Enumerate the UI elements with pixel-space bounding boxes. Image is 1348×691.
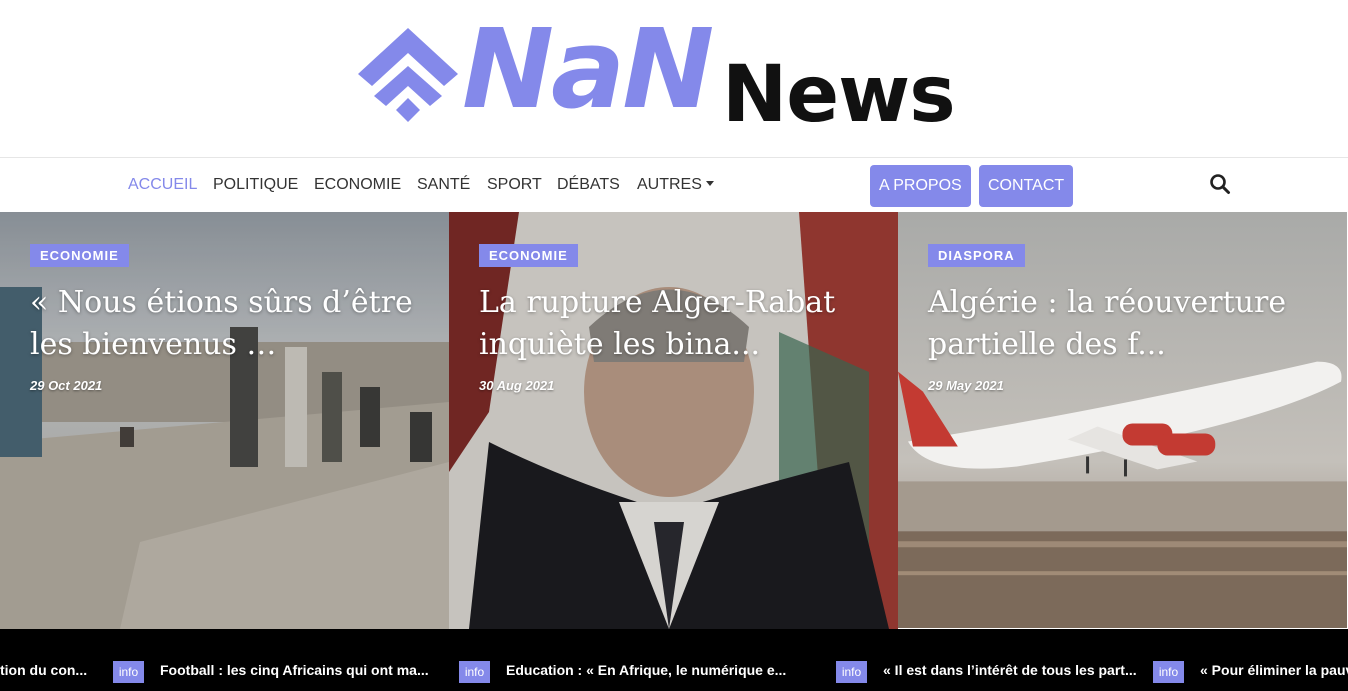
category-tag[interactable]: ECONOMIE [479,244,578,267]
ticker-badge: info [836,661,867,683]
logo-mark-icon [358,28,458,122]
ticker-item[interactable]: Football : les cinq Africains qui ont ma… [160,662,429,678]
featured-articles: ECONOMIE « Nous étions sûrs d’être les b… [0,212,1348,629]
nav-item-debats[interactable]: DÉBATS [557,176,620,194]
ticker-item[interactable]: Education : « En Afrique, le numérique e… [506,662,786,678]
ticker-item[interactable]: « Pour éliminer la pauv [1200,662,1348,678]
a-propos-button[interactable]: A PROPOS [870,165,971,207]
category-tag[interactable]: DIASPORA [928,244,1025,267]
category-tag[interactable]: ECONOMIE [30,244,129,267]
article-date: 29 Oct 2021 [30,378,103,393]
featured-card[interactable]: DIASPORA Algérie : la réouverture partie… [898,212,1347,629]
featured-card[interactable]: ECONOMIE La rupture Alger-Rabat inquiète… [449,212,898,629]
site-header: NaN News [0,0,1348,157]
featured-card[interactable]: ECONOMIE « Nous étions sûrs d’être les b… [0,212,449,629]
news-ticker: tion du con... info Football : les cinq … [0,629,1348,691]
article-date: 29 May 2021 [928,378,1004,393]
card-image [449,212,898,629]
ticker-badge: info [459,661,490,683]
nav-item-sante[interactable]: SANTÉ [417,176,470,194]
nav-item-autres-label: AUTRES [637,176,702,193]
article-date: 30 Aug 2021 [479,378,555,393]
article-title[interactable]: La rupture Alger-Rabat inquiète les bina… [479,282,879,366]
ticker-badge: info [113,661,144,683]
ticker-badge: info [1153,661,1184,683]
contact-button[interactable]: CONTACT [979,165,1074,207]
main-nav: ACCUEIL POLITIQUE ECONOMIE SANTÉ SPORT D… [0,157,1348,212]
card-image [0,212,449,629]
ticker-item[interactable]: tion du con... [0,662,87,678]
chevron-down-icon [705,180,714,186]
card-image [898,212,1347,629]
nav-item-politique[interactable]: POLITIQUE [213,176,298,194]
nav-item-sport[interactable]: SPORT [487,176,542,194]
search-icon[interactable] [1209,173,1231,195]
logo-text-nan: NaN [462,5,714,133]
nav-item-autres-dropdown[interactable]: AUTRES [637,176,714,194]
article-title[interactable]: « Nous étions sûrs d’être les bienvenus … [30,282,430,366]
nav-item-economie[interactable]: ECONOMIE [314,176,401,194]
article-title[interactable]: Algérie : la réouverture partielle des f… [928,282,1328,366]
logo-text-news: News [722,50,956,140]
ticker-item[interactable]: « Il est dans l’intérêt de tous les part… [883,662,1137,678]
nav-item-accueil[interactable]: ACCUEIL [128,176,197,194]
